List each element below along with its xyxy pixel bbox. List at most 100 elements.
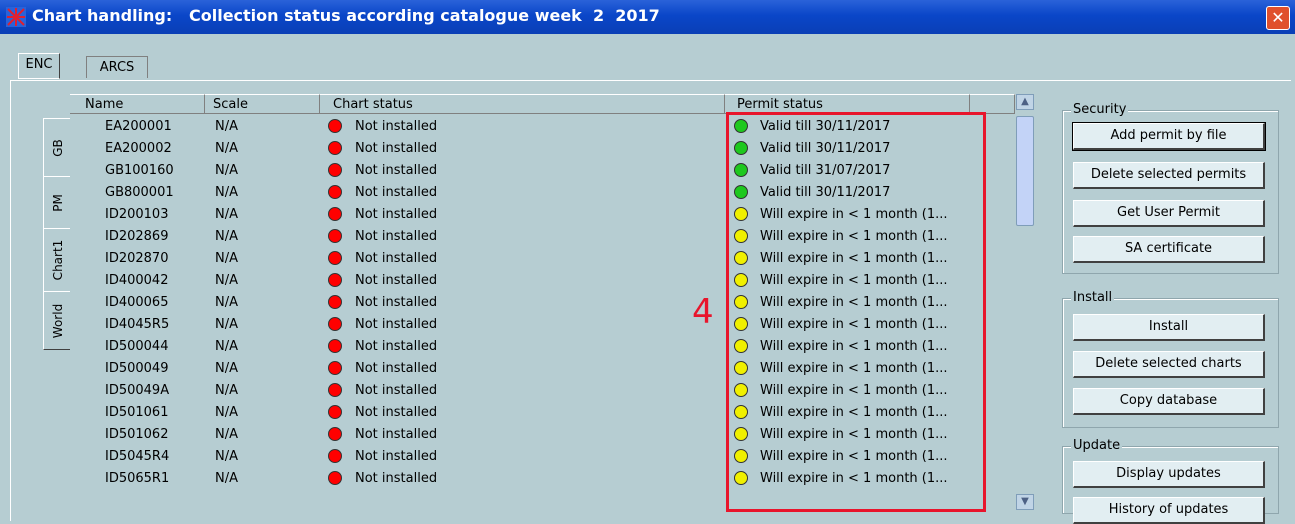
chart-status-red-icon <box>328 361 342 375</box>
row-scale: N/A <box>215 449 238 464</box>
chart-status-red-icon <box>328 141 342 155</box>
row-name: ID4045R5 <box>105 317 170 332</box>
side-tab-world[interactable]: World <box>43 291 72 350</box>
row-scale: N/A <box>215 405 238 420</box>
row-chart-status: Not installed <box>355 251 438 266</box>
row-chart-status: Not installed <box>355 471 438 486</box>
row-name: ID200103 <box>105 207 169 222</box>
row-scale: N/A <box>215 361 238 376</box>
highlight-box <box>726 112 986 512</box>
row-chart-status: Not installed <box>355 185 438 200</box>
row-name: ID501062 <box>105 427 169 442</box>
install-group-label: Install <box>1071 290 1115 305</box>
chart-status-red-icon <box>328 449 342 463</box>
row-name: ID500044 <box>105 339 169 354</box>
chart-status-red-icon <box>328 207 342 221</box>
side-tab-chart1[interactable]: Chart1 <box>43 228 72 292</box>
row-name: EA200001 <box>105 119 172 134</box>
row-chart-status: Not installed <box>355 405 438 420</box>
row-chart-status: Not installed <box>355 449 438 464</box>
row-name: ID202870 <box>105 251 169 266</box>
side-tab-gb-label: GB <box>50 138 65 157</box>
row-chart-status: Not installed <box>355 141 438 156</box>
chart-status-red-icon <box>328 251 342 265</box>
chart-status-red-icon <box>328 383 342 397</box>
scroll-down-icon[interactable]: ▼ <box>1016 494 1034 510</box>
row-name: ID50049A <box>105 383 170 398</box>
chart-status-red-icon <box>328 295 342 309</box>
row-chart-status: Not installed <box>355 339 438 354</box>
chart-status-red-icon <box>328 185 342 199</box>
display-updates-button[interactable]: Display updates <box>1073 461 1265 488</box>
row-scale: N/A <box>215 229 238 244</box>
scroll-up-icon[interactable]: ▲ <box>1016 94 1034 110</box>
chart-status-red-icon <box>328 405 342 419</box>
app-icon <box>6 7 26 27</box>
title-bar: Chart handling: Collection status accord… <box>0 0 1295 34</box>
row-scale: N/A <box>215 383 238 398</box>
window-title: Chart handling: Collection status accord… <box>32 6 660 25</box>
chart-status-red-icon <box>328 317 342 331</box>
security-group: Security Add permit by file Delete selec… <box>1062 102 1279 274</box>
delete-selected-charts-button[interactable]: Delete selected charts <box>1073 351 1265 378</box>
row-chart-status: Not installed <box>355 163 438 178</box>
column-header-name[interactable]: Name <box>70 94 205 114</box>
column-header-permit-status[interactable]: Permit status <box>725 94 970 114</box>
tab-arcs[interactable]: ARCS <box>86 56 148 78</box>
row-scale: N/A <box>215 273 238 288</box>
column-header-scale[interactable]: Scale <box>205 94 320 114</box>
delete-selected-permits-button[interactable]: Delete selected permits <box>1073 162 1265 189</box>
side-tab-chart1-label: Chart1 <box>50 239 65 281</box>
add-permit-by-file-button[interactable]: Add permit by file <box>1072 122 1266 151</box>
update-group-label: Update <box>1071 438 1123 453</box>
table-scrollbar[interactable]: ▲ ▼ <box>1015 94 1035 512</box>
install-group: Install Install Delete selected charts C… <box>1062 290 1279 428</box>
sa-certificate-button[interactable]: SA certificate <box>1073 236 1265 263</box>
chart-status-red-icon <box>328 163 342 177</box>
chart-status-red-icon <box>328 229 342 243</box>
row-chart-status: Not installed <box>355 229 438 244</box>
row-chart-status: Not installed <box>355 383 438 398</box>
copy-database-button[interactable]: Copy database <box>1073 388 1265 415</box>
row-name: ID400042 <box>105 273 169 288</box>
chart-status-red-icon <box>328 273 342 287</box>
row-chart-status: Not installed <box>355 427 438 442</box>
row-name: ID400065 <box>105 295 169 310</box>
row-chart-status: Not installed <box>355 119 438 134</box>
row-scale: N/A <box>215 185 238 200</box>
row-scale: N/A <box>215 427 238 442</box>
chart-status-red-icon <box>328 119 342 133</box>
row-name: ID500049 <box>105 361 169 376</box>
side-tab-pm-label: PM <box>50 193 65 212</box>
security-group-label: Security <box>1071 102 1129 117</box>
chart-status-red-icon <box>328 339 342 353</box>
row-scale: N/A <box>215 119 238 134</box>
row-chart-status: Not installed <box>355 295 438 310</box>
side-tab-gb[interactable]: GB <box>43 118 72 177</box>
side-tab-pm[interactable]: PM <box>43 176 72 229</box>
row-name: GB800001 <box>105 185 174 200</box>
row-name: ID202869 <box>105 229 169 244</box>
history-of-updates-button[interactable]: History of updates <box>1073 497 1265 524</box>
row-scale: N/A <box>215 163 238 178</box>
row-name: ID501061 <box>105 405 169 420</box>
column-header-chart-status[interactable]: Chart status <box>320 94 725 114</box>
scroll-thumb[interactable] <box>1016 116 1034 226</box>
row-scale: N/A <box>215 295 238 310</box>
tab-enc[interactable]: ENC <box>18 53 60 79</box>
install-button[interactable]: Install <box>1073 314 1265 341</box>
row-scale: N/A <box>215 339 238 354</box>
row-name: EA200002 <box>105 141 172 156</box>
chart-status-red-icon <box>328 471 342 485</box>
chart-status-red-icon <box>328 427 342 441</box>
row-name: ID5045R4 <box>105 449 170 464</box>
row-scale: N/A <box>215 317 238 332</box>
update-group: Update Display updates History of update… <box>1062 438 1279 524</box>
row-name: GB100160 <box>105 163 174 178</box>
row-scale: N/A <box>215 141 238 156</box>
get-user-permit-button[interactable]: Get User Permit <box>1073 200 1265 227</box>
close-button[interactable]: ✕ <box>1266 6 1290 30</box>
row-chart-status: Not installed <box>355 207 438 222</box>
row-chart-status: Not installed <box>355 273 438 288</box>
row-scale: N/A <box>215 471 238 486</box>
